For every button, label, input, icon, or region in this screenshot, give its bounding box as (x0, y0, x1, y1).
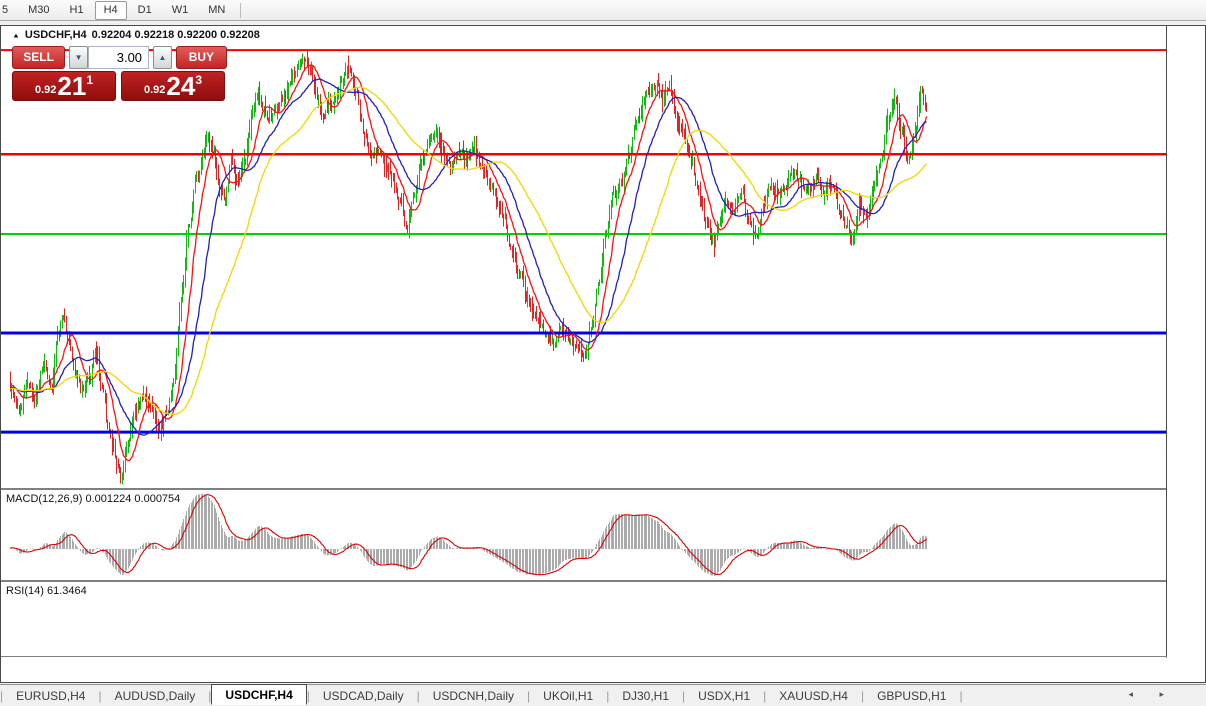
volume-input[interactable]: 3.00 (88, 46, 149, 69)
chart-tab-xauusd[interactable]: XAUUSD,H4 (766, 687, 861, 705)
buy-button[interactable]: BUY (176, 46, 227, 69)
volume-increase-button[interactable]: ▲ (153, 46, 172, 69)
chart-symbol-label: USDCHF,H4 (25, 29, 87, 41)
mt4-window: 5M30H1H4D1W1MN ▲ USDCHF,H4 0.92204 0.922… (0, 0, 1206, 706)
chart-tab-audusd[interactable]: AUDUSD,Daily (102, 687, 209, 705)
chart-tab-bar: | EURUSD,H4|AUDUSD,Daily|USDCHF,H4|USDCA… (0, 684, 1206, 706)
ask-price-display[interactable]: 0.92 24 3 (121, 71, 225, 101)
chart-tab-usdx[interactable]: USDX,H1 (685, 687, 763, 705)
ask-big-digits: 24 (166, 72, 195, 100)
timeframe-button-h1[interactable]: H1 (61, 1, 93, 20)
timeframe-button-5[interactable]: 5 (0, 1, 17, 20)
rsi-label: RSI(14) 61.3464 (6, 585, 87, 597)
chart-tab-usdcad[interactable]: USDCAD,Daily (310, 687, 417, 705)
ask-pip-digit: 3 (195, 73, 202, 87)
bid-price-display[interactable]: 0.92 21 1 (12, 71, 116, 101)
chart-tab-usdchf[interactable]: USDCHF,H4 (211, 684, 306, 705)
bid-pip-digit: 1 (86, 73, 93, 87)
chart-window: ▲ USDCHF,H4 0.92204 0.92218 0.92200 0.92… (0, 25, 1206, 683)
chart-tab-eurusd[interactable]: EURUSD,H4 (3, 687, 98, 705)
one-click-trade-panel: SELL ▼ 3.00 ▲ BUY 0.92 21 1 0.92 24 3 (12, 46, 227, 101)
bid-big-digits: 21 (57, 72, 86, 100)
rsi-pane[interactable] (1, 582, 1166, 656)
chart-tab-dj30[interactable]: DJ30,H1 (609, 687, 682, 705)
date-axis[interactable] (1, 657, 1166, 682)
chart-tab-usdcnh[interactable]: USDCNH,Daily (420, 687, 527, 705)
price-axis[interactable] (1167, 26, 1205, 682)
chart-tab-ukoil[interactable]: UKOil,H1 (530, 687, 606, 705)
chart-tab-gbpusd[interactable]: GBPUSD,H1 (864, 687, 959, 705)
timeframe-button-m30[interactable]: M30 (19, 1, 58, 20)
chart-ohlc-values: 0.92204 0.92218 0.92200 0.92208 (92, 29, 260, 41)
timeframe-button-mn[interactable]: MN (199, 1, 234, 20)
chart-title: ▲ USDCHF,H4 0.92204 0.92218 0.92200 0.92… (12, 29, 260, 41)
timeframe-button-w1[interactable]: W1 (163, 1, 198, 20)
volume-decrease-button[interactable]: ▼ (69, 46, 88, 69)
timeframe-button-h4[interactable]: H4 (95, 1, 127, 20)
macd-label: MACD(12,26,9) 0.001224 0.000754 (6, 493, 180, 505)
timeframe-toolbar: 5M30H1H4D1W1MN (0, 0, 1206, 21)
tab-scroll-arrows[interactable]: ◂ ▸ (1128, 689, 1176, 700)
bid-prefix: 0.92 (35, 84, 56, 96)
timeframe-button-d1[interactable]: D1 (129, 1, 161, 20)
ask-prefix: 0.92 (144, 84, 165, 96)
toolbar-separator (240, 3, 241, 18)
sell-button[interactable]: SELL (12, 46, 65, 69)
collapse-triangle-icon[interactable]: ▲ (12, 31, 20, 38)
tab-divider: | (959, 689, 962, 703)
